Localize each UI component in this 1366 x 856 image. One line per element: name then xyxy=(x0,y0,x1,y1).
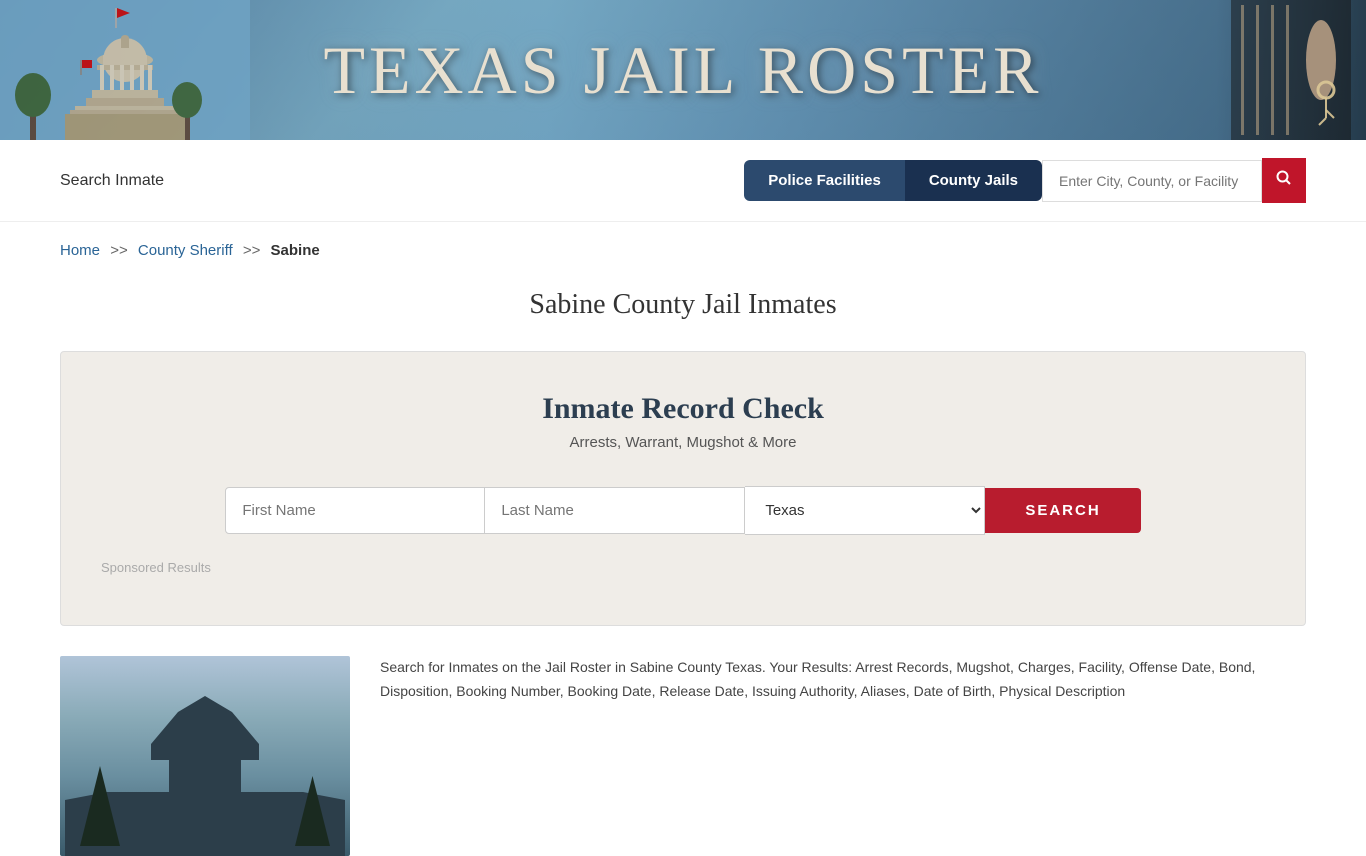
county-description: Search for Inmates on the Jail Roster in… xyxy=(380,656,1306,704)
first-name-input[interactable] xyxy=(225,487,485,534)
breadcrumb-current: Sabine xyxy=(271,242,320,259)
page-title-section: Sabine County Jail Inmates xyxy=(0,279,1366,351)
breadcrumb-separator-1: >> xyxy=(110,242,128,259)
jail-keys-icon xyxy=(1216,0,1366,140)
breadcrumb-county-sheriff[interactable]: County Sheriff xyxy=(138,242,233,259)
header-banner: Texas Jail Roster xyxy=(0,0,1366,140)
building-image xyxy=(60,656,350,856)
breadcrumb: Home >> County Sheriff >> Sabine xyxy=(0,222,1366,279)
county-jails-button[interactable]: County Jails xyxy=(905,160,1042,201)
bottom-section: Search for Inmates on the Jail Roster in… xyxy=(60,656,1306,856)
breadcrumb-home[interactable]: Home xyxy=(60,242,100,259)
nav-bar: Search Inmate Police Facilities County J… xyxy=(0,140,1366,222)
record-check-box: Inmate Record Check Arrests, Warrant, Mu… xyxy=(60,351,1306,626)
search-icon xyxy=(1276,170,1292,186)
last-name-input[interactable] xyxy=(485,487,745,534)
record-check-form: AlabamaAlaskaArizonaArkansasCaliforniaCo… xyxy=(101,486,1265,535)
nav-right: Police Facilities County Jails xyxy=(744,158,1306,203)
site-title: Texas Jail Roster xyxy=(323,31,1042,110)
police-facilities-button[interactable]: Police Facilities xyxy=(744,160,905,201)
state-select[interactable]: AlabamaAlaskaArizonaArkansasCaliforniaCo… xyxy=(745,486,985,535)
search-inmate-label: Search Inmate xyxy=(60,172,164,190)
page-title: Sabine County Jail Inmates xyxy=(60,289,1306,321)
record-check-title: Inmate Record Check xyxy=(101,392,1265,426)
nav-search-button[interactable] xyxy=(1262,158,1306,203)
breadcrumb-separator-2: >> xyxy=(243,242,261,259)
sponsored-results-label: Sponsored Results xyxy=(101,560,1265,575)
facility-search-input[interactable] xyxy=(1042,160,1262,202)
capitol-building-icon xyxy=(0,0,250,140)
record-search-button[interactable]: SEARCH xyxy=(985,488,1140,533)
record-check-subtitle: Arrests, Warrant, Mugshot & More xyxy=(101,434,1265,451)
